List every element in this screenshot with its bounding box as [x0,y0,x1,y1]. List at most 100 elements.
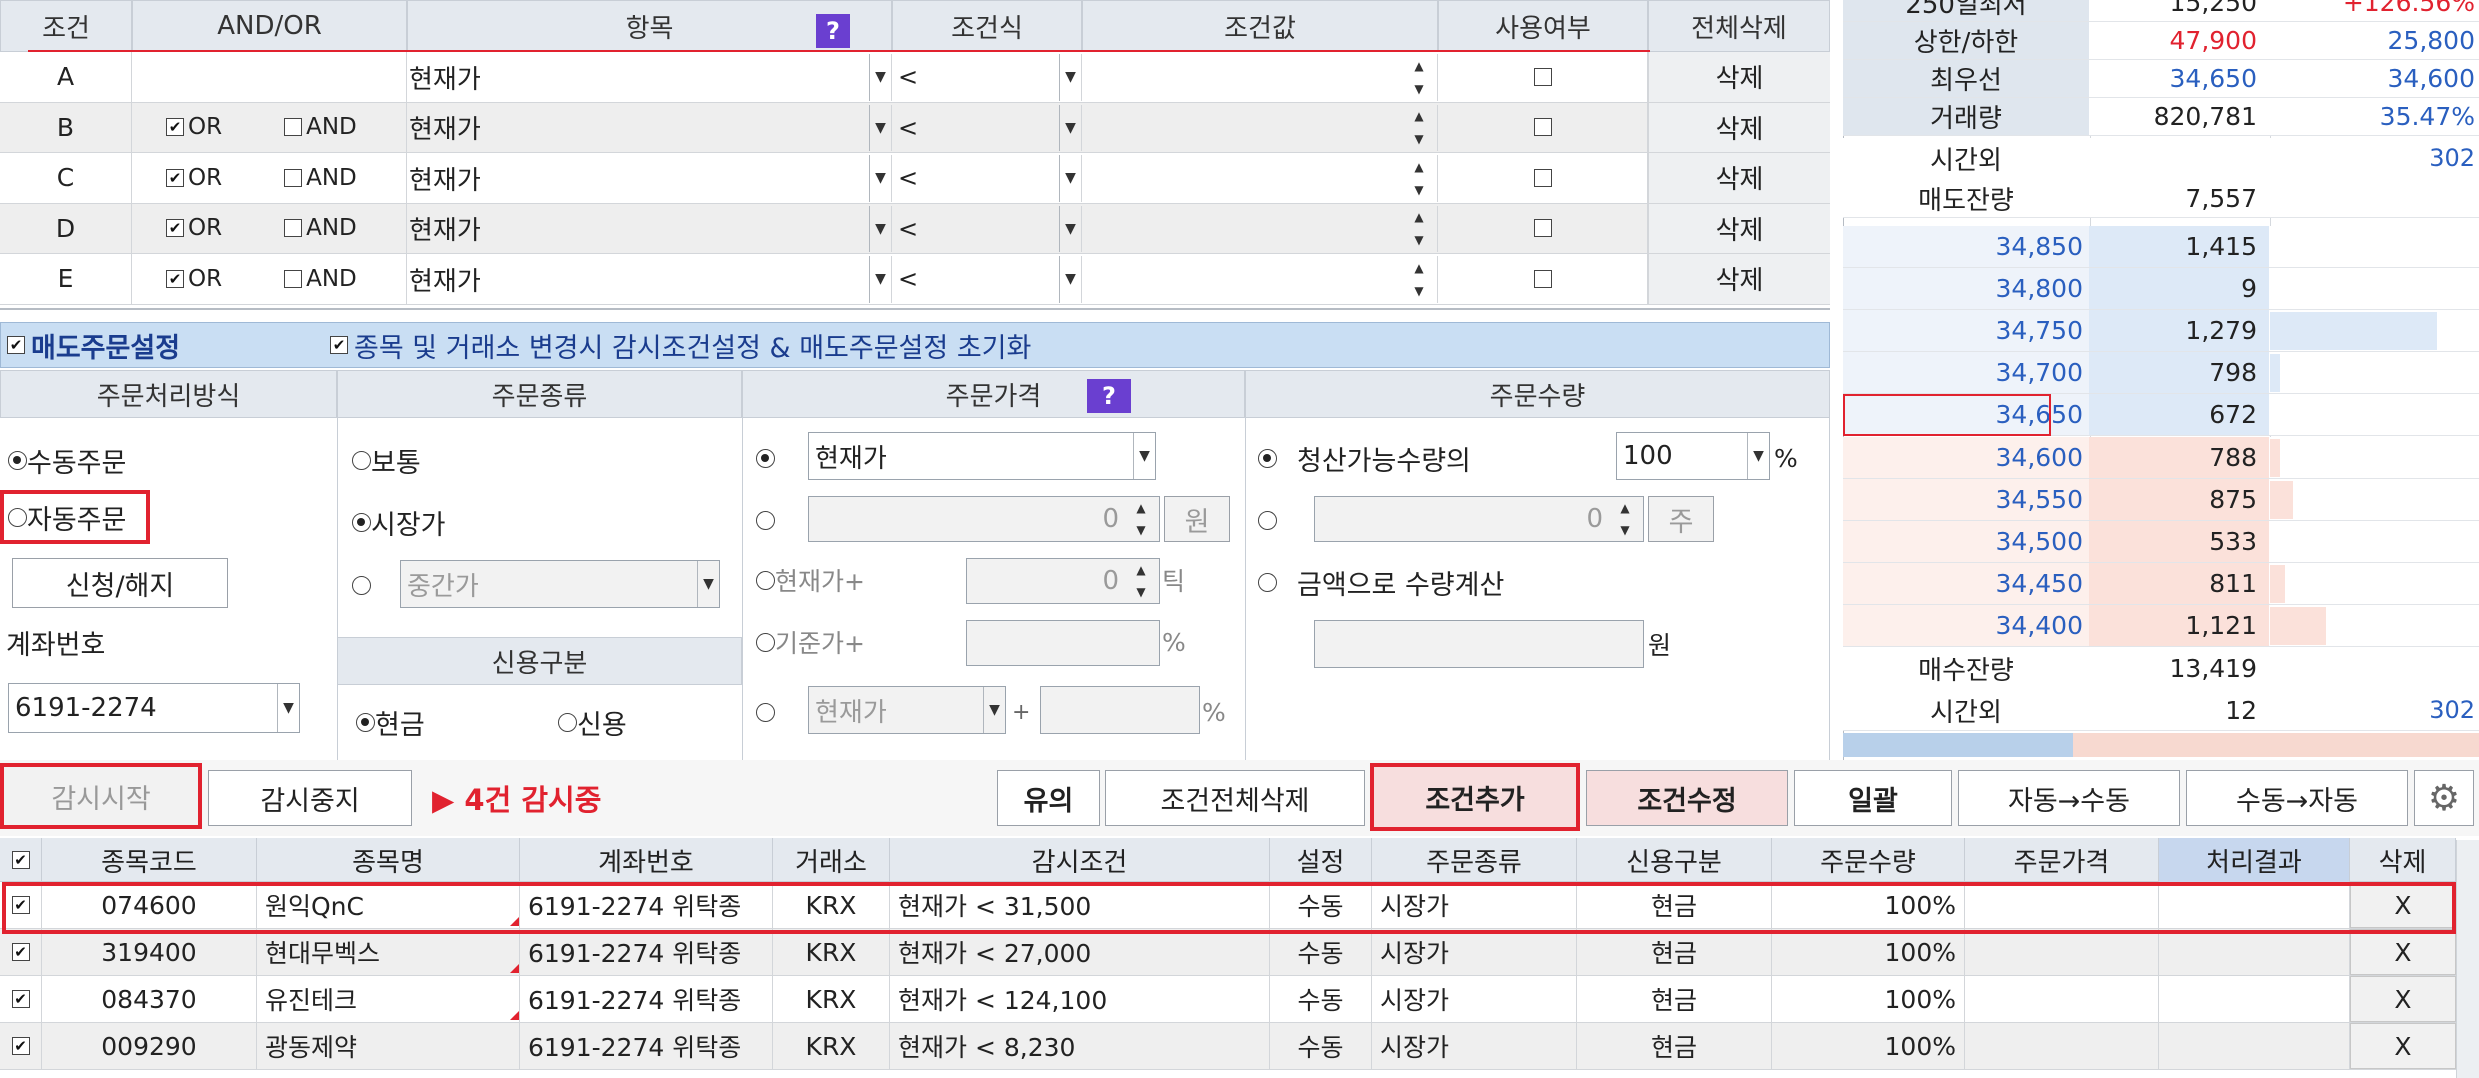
watch-row[interactable]: ✔ 084370 유진테크 6191-2274 위탁종 KRX 현재가 < 124,100… [0,976,2456,1023]
watch-table-scrollbar[interactable] [2456,840,2479,1078]
and-checkbox[interactable] [284,269,303,288]
batch-button[interactable]: 일괄 [1794,770,1952,826]
row-checkbox[interactable]: ✔ [11,990,30,1008]
spin-icon[interactable]: ▲ ▼ [1401,105,1437,152]
spin-icon[interactable]: ▲ ▼ [1401,155,1437,202]
ask-price[interactable]: 34,850 [1843,226,2089,268]
auto-to-manual-button[interactable]: 자동→수동 [1958,770,2180,826]
spin-icon[interactable]: ▲ ▼ [1401,256,1437,303]
delete-button[interactable]: 삭제 [1648,254,1830,304]
row-checkbox[interactable]: ✔ [11,943,30,961]
bid-price[interactable]: 34,500 [1843,520,2089,562]
watch-row[interactable]: ✔ 074600 원익QnC 6191-2274 위탁종 KRX 현재가 < 31,500… [0,882,2456,929]
select-all-checkbox[interactable]: ✔ [11,851,30,869]
cell-del[interactable]: X [2350,976,2456,1022]
liq-pct-select[interactable]: 100 ▼ [1616,432,1770,480]
operator-select[interactable]: < ▼ [892,155,1082,202]
col-header-delete-all[interactable]: 전체삭제 [1648,0,1830,52]
item-select[interactable]: 현재가 ▼ [407,54,892,101]
spin-icon[interactable]: ▲ ▼ [1123,497,1159,541]
spin-icon[interactable]: ▲ ▼ [1607,497,1643,541]
spin-icon[interactable]: ▲ ▼ [1123,559,1159,603]
bid-price[interactable]: 34,400 [1843,604,2089,646]
liq-radio[interactable]: 청산가능수량의 [1258,438,1471,478]
market-radio[interactable]: 시장가 [352,502,446,542]
amount-radio[interactable]: 금액으로 수량계산 [1258,562,1504,602]
and-checkbox[interactable] [284,118,303,137]
pct-input[interactable] [1040,686,1200,734]
delete-all-conditions-button[interactable]: 조건전체삭제 [1105,770,1365,826]
row-checkbox[interactable]: ✔ [11,896,30,914]
sel2-radio[interactable] [756,692,775,732]
cell-del[interactable]: X [2350,929,2456,975]
delete-button[interactable]: 삭제 [1648,153,1830,203]
delete-button[interactable]: 삭제 [1648,52,1830,102]
price-value-radio[interactable] [756,500,775,540]
item-select[interactable]: 현재가 ▼ [407,104,892,151]
use-checkbox[interactable] [1533,168,1552,187]
ask-price[interactable]: 34,800 [1843,268,2089,310]
ask-price[interactable]: 34,700 [1843,352,2089,394]
and-checkbox[interactable] [284,219,303,238]
use-checkbox[interactable] [1533,67,1552,86]
bid-price[interactable]: 34,600 [1843,436,2089,478]
use-checkbox[interactable] [1533,118,1552,137]
cash-radio[interactable]: 현금 [356,702,425,742]
apply-cancel-button[interactable]: 신청/해지 [12,558,228,608]
auto-order-radio[interactable]: 자동주문 [0,490,150,544]
delete-button[interactable]: 삭제 [1648,102,1830,152]
price-help-button[interactable]: ? [1087,379,1131,413]
use-checkbox[interactable] [1533,219,1552,238]
qty-input[interactable]: 0 ▲ ▼ [1314,496,1644,542]
cell-del[interactable]: X [2350,882,2456,928]
settings-gear-button[interactable]: ⚙ [2414,770,2474,826]
item-help-button[interactable]: ? [816,14,850,48]
value-input[interactable]: ▲ ▼ [1082,54,1438,101]
base-plus-input[interactable] [966,620,1160,666]
start-watch-button[interactable]: 감시시작 [0,763,202,829]
base-plus-radio[interactable]: 기준가+ [756,622,865,662]
value-input[interactable]: ▲ ▼ [1082,205,1438,253]
use-checkbox[interactable] [1533,269,1552,288]
tick-input[interactable]: 0 ▲ ▼ [966,558,1160,604]
credit-radio[interactable]: 신용 [558,702,627,742]
item-select[interactable]: 현재가 ▼ [407,256,892,303]
price-value-input[interactable]: 0 ▲ ▼ [808,496,1160,542]
account-select[interactable]: 6191-2274 ▼ [8,683,300,733]
stop-watch-button[interactable]: 감시중지 [208,770,412,826]
modify-condition-button[interactable]: 조건수정 [1586,770,1788,826]
or-checkbox[interactable]: ✔ [166,118,184,137]
price-base-select[interactable]: 현재가 ▼ [808,686,1006,734]
delete-button[interactable]: 삭제 [1648,203,1830,253]
spin-icon[interactable]: ▲ ▼ [1401,206,1437,253]
manual-to-auto-button[interactable]: 수동→자동 [2186,770,2408,826]
operator-select[interactable]: < ▼ [892,205,1082,252]
cur-plus-radio[interactable]: 현재가+ [756,560,865,600]
or-checkbox[interactable]: ✔ [166,269,184,288]
item-select[interactable]: 현재가 ▼ [407,155,892,202]
normal-radio[interactable]: 보통 [352,440,421,480]
value-input[interactable]: ▲ ▼ [1082,256,1438,303]
bid-price[interactable]: 34,450 [1843,562,2089,604]
bid-price[interactable]: 34,550 [1843,478,2089,520]
qty-radio[interactable] [1258,500,1277,540]
spin-icon[interactable]: ▲ ▼ [1401,54,1437,101]
item-select[interactable]: 현재가 ▼ [407,205,892,252]
cell-del[interactable]: X [2350,1023,2456,1069]
watch-row[interactable]: ✔ 009290 광동제약 6191-2274 위탁종 KRX 현재가 < 8,230 수동… [0,1023,2456,1070]
or-checkbox[interactable]: ✔ [166,168,184,187]
value-input[interactable]: ▲ ▼ [1082,104,1438,152]
manual-order-radio[interactable]: 수동주문 [8,440,126,480]
add-condition-button[interactable]: 조건추가 [1370,763,1580,831]
watch-row[interactable]: ✔ 319400 현대무벡스 6191-2274 위탁종 KRX 현재가 < 27,000… [0,929,2456,976]
notice-button[interactable]: 유의 [997,770,1100,826]
reset-checkbox[interactable]: ✔ [330,336,349,354]
price-type-select[interactable]: 현재가 ▼ [808,432,1156,480]
operator-select[interactable]: < ▼ [892,256,1082,303]
mid-radio[interactable] [352,565,371,605]
operator-select[interactable]: < ▼ [892,54,1082,101]
operator-select[interactable]: < ▼ [892,104,1082,151]
value-input[interactable]: ▲ ▼ [1082,155,1438,202]
mid-price-select[interactable]: 중간가 ▼ [400,560,720,608]
amount-input[interactable] [1314,620,1644,668]
